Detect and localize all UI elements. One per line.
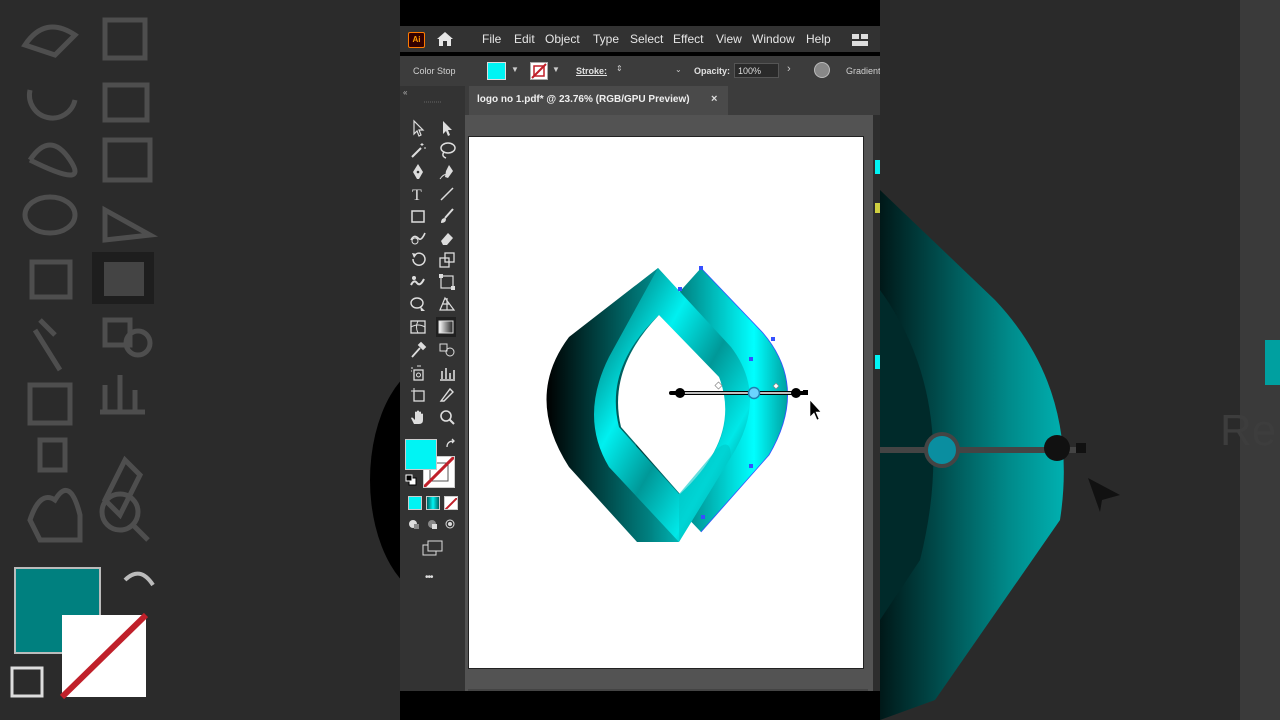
artboard-tool-icon[interactable] xyxy=(408,385,428,405)
panel-gradient-chip[interactable] xyxy=(875,355,880,369)
pen-tool-icon[interactable] xyxy=(408,162,428,182)
symbol-sprayer-tool-icon[interactable] xyxy=(408,363,428,383)
logo-artwork[interactable] xyxy=(469,137,865,670)
illustrator-window: Ai File Edit Object Type Select Effect V… xyxy=(400,0,880,720)
home-icon[interactable] xyxy=(436,31,454,47)
background-left-zoom xyxy=(0,0,400,720)
artboard[interactable] xyxy=(468,136,864,669)
control-bar: Color Stop ▼ ▼ Stroke: ⇕ ⌄ Opacity: 100%… xyxy=(400,56,880,87)
perspective-grid-tool-icon[interactable] xyxy=(437,294,457,314)
collapse-panel-icon[interactable]: « xyxy=(403,88,407,97)
stroke-weight-stepper[interactable]: ⇕ xyxy=(616,64,623,73)
document-tab-bar: logo no 1.pdf* @ 23.76% (RGB/GPU Preview… xyxy=(465,86,880,115)
gradient-resize-handle[interactable] xyxy=(803,390,808,395)
document-tab-title: logo no 1.pdf* @ 23.76% (RGB/GPU Preview… xyxy=(477,94,690,105)
fill-color-swatch[interactable] xyxy=(487,62,506,80)
free-transform-tool-icon[interactable] xyxy=(437,272,457,292)
gradient-label[interactable]: Gradient xyxy=(846,66,880,76)
hand-tool-icon[interactable] xyxy=(408,407,428,427)
magic-wand-tool-icon[interactable] xyxy=(408,140,428,160)
svg-text:T: T xyxy=(412,187,422,204)
screen-mode-icon[interactable] xyxy=(422,540,444,556)
none-mode-button[interactable] xyxy=(444,496,458,510)
eyedropper-tool-icon[interactable] xyxy=(408,340,428,360)
canvas-area[interactable] xyxy=(465,115,873,691)
lasso-tool-icon[interactable] xyxy=(437,140,457,160)
menu-bar: Ai File Edit Object Type Select Effect V… xyxy=(400,26,880,52)
type-tool-icon[interactable]: T xyxy=(408,184,428,204)
scale-tool-icon[interactable] xyxy=(437,250,457,270)
mesh-tool-icon[interactable] xyxy=(408,317,428,337)
eraser-tool-icon[interactable] xyxy=(437,228,457,248)
anchor-point[interactable] xyxy=(699,266,703,270)
anchor-point[interactable] xyxy=(771,337,775,341)
recolor-globe-icon[interactable] xyxy=(814,62,830,78)
zoomed-partial-text: Re xyxy=(1220,406,1276,455)
menu-view[interactable]: View xyxy=(716,32,742,46)
opacity-arrow-icon[interactable]: › xyxy=(787,63,791,75)
stroke-label[interactable]: Stroke: xyxy=(576,66,607,76)
paintbrush-tool-icon[interactable] xyxy=(437,206,457,226)
menu-type[interactable]: Type xyxy=(593,32,619,46)
edit-toolbar-icon[interactable]: ••• xyxy=(425,572,433,583)
stroke-weight-dropdown-icon[interactable]: ⌄ xyxy=(675,65,682,74)
menu-file[interactable]: File xyxy=(482,32,501,46)
panel-grip-icon[interactable] xyxy=(424,100,442,104)
gradient-start-stop[interactable] xyxy=(675,388,685,398)
opacity-label: Opacity: xyxy=(694,66,731,76)
anchor-point[interactable] xyxy=(678,287,682,291)
stroke-dropdown-icon[interactable]: ▼ xyxy=(552,65,560,74)
anchor-point[interactable] xyxy=(749,357,753,361)
close-icon[interactable]: × xyxy=(711,93,717,105)
stroke-none-swatch[interactable] xyxy=(530,62,548,80)
draw-normal-icon[interactable] xyxy=(408,518,420,530)
slice-tool-icon[interactable] xyxy=(437,385,457,405)
swap-colors-icon[interactable] xyxy=(445,438,457,450)
gradient-mode-button[interactable] xyxy=(426,496,440,510)
anchor-point[interactable] xyxy=(749,464,753,468)
menu-help[interactable]: Help xyxy=(806,32,831,46)
shaper-tool-icon[interactable] xyxy=(408,228,428,248)
gradient-selected-stop[interactable] xyxy=(747,386,761,400)
fill-dropdown-icon[interactable]: ▼ xyxy=(511,65,519,74)
draw-behind-icon[interactable] xyxy=(426,518,438,530)
tools-panel: « T ••• xyxy=(400,86,465,691)
line-tool-icon[interactable] xyxy=(437,184,457,204)
opacity-field[interactable]: 100% xyxy=(734,63,779,78)
zoomed-toolbar-graphic xyxy=(10,17,400,700)
menu-object[interactable]: Object xyxy=(545,32,580,46)
rotate-tool-icon[interactable] xyxy=(408,250,428,270)
app-logo: Ai xyxy=(408,32,425,48)
column-graph-tool-icon[interactable] xyxy=(437,363,457,383)
fill-color-box[interactable] xyxy=(405,439,437,470)
selection-tool-icon[interactable] xyxy=(408,118,428,138)
right-panel-dock xyxy=(873,115,880,691)
blend-tool-icon[interactable] xyxy=(437,340,457,360)
draw-inside-icon[interactable] xyxy=(444,518,456,530)
panel-color-chip[interactable] xyxy=(875,160,880,174)
direct-selection-tool-icon[interactable] xyxy=(437,118,457,138)
gradient-origin-dot[interactable] xyxy=(669,391,673,395)
mouse-cursor-icon xyxy=(809,399,822,421)
curvature-tool-icon[interactable] xyxy=(437,162,457,182)
anchor-point[interactable] xyxy=(701,515,705,519)
shape-builder-tool-icon[interactable] xyxy=(408,294,428,314)
warp-tool-icon[interactable] xyxy=(408,272,428,292)
background-right-zoom: Re xyxy=(880,0,1280,720)
default-colors-icon[interactable] xyxy=(405,474,417,486)
menu-select[interactable]: Select xyxy=(630,32,663,46)
letterbox-bottom xyxy=(400,691,880,720)
context-label: Color Stop xyxy=(413,66,456,76)
menu-window[interactable]: Window xyxy=(752,32,795,46)
workspace-switcher-icon[interactable] xyxy=(852,33,868,46)
rectangle-tool-icon[interactable] xyxy=(408,206,428,226)
zoom-tool-icon[interactable] xyxy=(437,407,457,427)
gradient-end-stop[interactable] xyxy=(791,388,801,398)
gradient-tool-icon[interactable] xyxy=(436,317,456,337)
color-mode-button[interactable] xyxy=(408,496,422,510)
menu-effect[interactable]: Effect xyxy=(673,32,703,46)
menu-edit[interactable]: Edit xyxy=(514,32,535,46)
panel-swatch-chip[interactable] xyxy=(875,203,880,213)
document-tab[interactable]: logo no 1.pdf* @ 23.76% (RGB/GPU Preview… xyxy=(469,86,728,115)
